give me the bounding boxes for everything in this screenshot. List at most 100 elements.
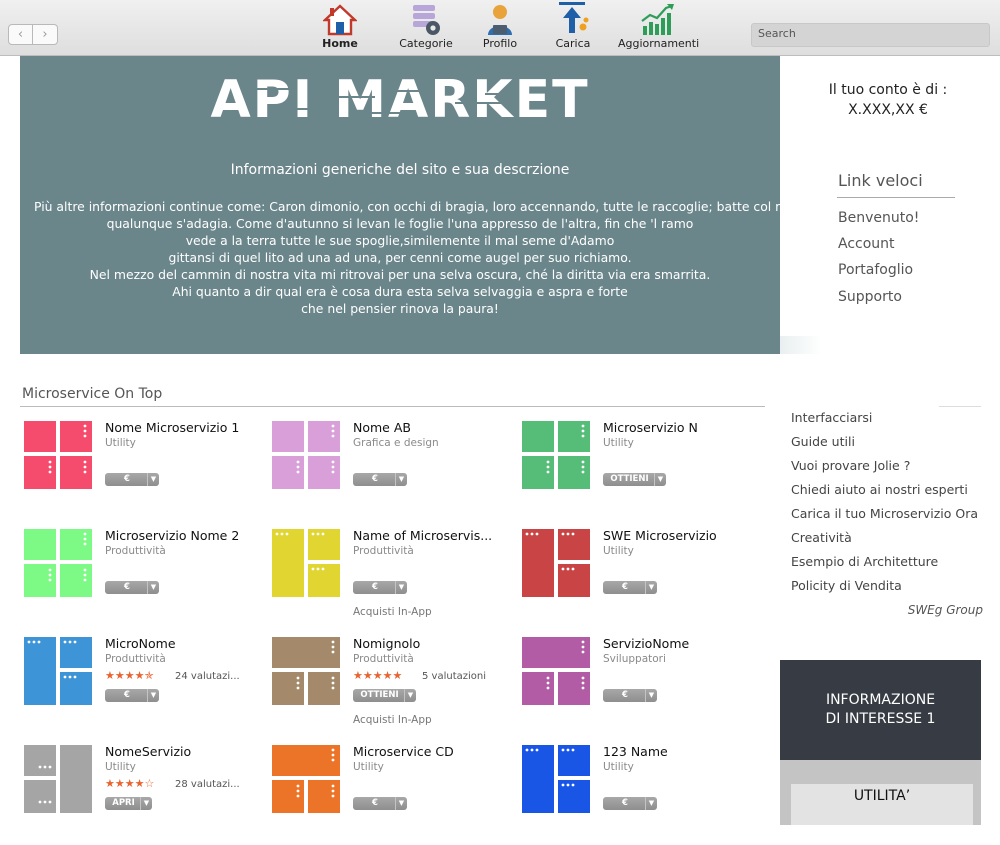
price-label: € — [372, 798, 378, 808]
app-card[interactable]: NomeServizio Utility ★★★★☆ 28 valutazi... AP… — [24, 744, 264, 845]
app-card[interactable]: Microservizio N Utility OTTIENI ▼ — [522, 420, 762, 521]
thumb-dot — [331, 753, 335, 757]
chevron-down-icon[interactable]: ▼ — [147, 689, 159, 702]
chevron-down-icon[interactable]: ▼ — [645, 689, 657, 702]
chevron-down-icon[interactable]: ▼ — [404, 689, 416, 702]
app-name[interactable]: Nome Microservizio 1 — [105, 420, 239, 435]
app-thumbnail[interactable] — [272, 745, 340, 813]
chevron-down-icon[interactable]: ▼ — [395, 581, 407, 594]
app-thumbnail[interactable] — [522, 421, 590, 489]
app-name[interactable]: ServizioNome — [603, 636, 689, 651]
side-link[interactable]: Policity di Vendita — [791, 578, 902, 593]
app-thumbnail[interactable] — [522, 637, 590, 705]
quick-link-portafoglio[interactable]: Portafoglio — [838, 262, 913, 278]
app-category: Utility — [105, 761, 136, 773]
app-thumbnail[interactable] — [522, 745, 590, 813]
quick-link-benvenuto[interactable]: Benvenuto! — [838, 210, 919, 226]
app-card[interactable]: SWE Microservizio Utility € ▼ — [522, 528, 762, 629]
app-card[interactable]: ServizioNome Sviluppatori € ▼ — [522, 636, 762, 737]
info-box[interactable]: INFORMAZIONE DI INTERESSE 1 — [780, 660, 981, 760]
side-link[interactable]: Esempio di Architetture — [791, 554, 938, 569]
app-icon — [24, 421, 92, 489]
side-link[interactable]: Vuoi provare Jolie ? — [791, 458, 910, 473]
thumb-dot — [311, 567, 315, 571]
price-button[interactable]: € ▼ — [105, 473, 159, 486]
thumb-dot — [48, 465, 52, 469]
app-name[interactable]: Name of Microservis... — [353, 528, 492, 543]
chevron-down-icon[interactable]: ▼ — [395, 797, 407, 810]
app-thumbnail[interactable] — [24, 745, 92, 813]
app-card[interactable]: Nome Microservizio 1 Utility € ▼ — [24, 420, 264, 521]
quick-link-supporto[interactable]: Supporto — [838, 289, 902, 305]
app-thumbnail[interactable] — [272, 637, 340, 705]
app-name[interactable]: Nome AB — [353, 420, 411, 435]
hero-line: gittansi di quel lito ad una ad una, per… — [168, 250, 632, 265]
tab-categorie[interactable]: Categorie — [398, 2, 454, 50]
app-thumbnail[interactable] — [522, 529, 590, 597]
thumb-dot — [331, 681, 335, 685]
thumb-dot — [546, 460, 550, 464]
chevron-down-icon[interactable]: ▼ — [645, 581, 657, 594]
price-button[interactable]: € ▼ — [603, 689, 657, 702]
app-card[interactable]: Nome AB Grafica e design € ▼ — [272, 420, 512, 521]
thumb-dot — [571, 532, 575, 536]
price-button[interactable]: APRI ▼ — [105, 797, 152, 810]
price-button[interactable]: € ▼ — [105, 581, 159, 594]
app-card[interactable]: 123 Name Utility € ▼ — [522, 744, 762, 845]
thumb-dot — [275, 532, 279, 536]
side-link[interactable]: Carica il tuo Microservizio Ora — [791, 506, 978, 521]
chevron-down-icon[interactable]: ▼ — [645, 797, 657, 810]
app-name[interactable]: Microservizio Nome 2 — [105, 528, 239, 543]
chevron-down-icon[interactable]: ▼ — [140, 797, 152, 810]
side-link[interactable]: Guide utili — [791, 434, 855, 449]
thumb-dot — [83, 568, 87, 572]
app-thumbnail[interactable] — [24, 637, 92, 705]
tab-profilo[interactable]: Profilo — [480, 2, 520, 50]
app-thumbnail[interactable] — [272, 421, 340, 489]
app-thumbnail[interactable] — [24, 529, 92, 597]
chevron-down-icon[interactable]: ▼ — [654, 473, 666, 486]
price-button[interactable]: € ▼ — [603, 797, 657, 810]
tab-carica[interactable]: Carica — [553, 2, 593, 50]
side-link[interactable]: Chiedi aiuto ai nostri esperti — [791, 482, 968, 497]
forward-button[interactable]: › — [33, 24, 58, 45]
app-card[interactable]: Name of Microservis... Produttività € ▼ Acqu… — [272, 528, 512, 629]
side-link[interactable]: Interfacciarsi — [791, 410, 872, 425]
app-card[interactable]: Microservice CD Utility € ▼ — [272, 744, 512, 845]
price-button[interactable]: OTTIENI ▼ — [603, 473, 666, 486]
thumb-dot — [83, 578, 87, 582]
app-name[interactable]: Microservice CD — [353, 744, 454, 759]
app-name[interactable]: NomeServizio — [105, 744, 191, 759]
thumb-dot — [43, 800, 47, 804]
back-button[interactable]: ‹ — [8, 24, 33, 45]
app-name[interactable]: 123 Name — [603, 744, 668, 759]
price-button[interactable]: € ▼ — [105, 689, 159, 702]
side-link[interactable]: Creatività — [791, 530, 852, 545]
search-input[interactable]: Search — [751, 23, 990, 47]
app-category: Produttività — [105, 545, 166, 557]
chevron-down-icon[interactable]: ▼ — [147, 473, 159, 486]
app-card[interactable]: Nomignolo Produttività ★★★★★ 5 valutazioni O… — [272, 636, 512, 737]
thumb-dot — [331, 470, 335, 474]
app-name[interactable]: Nomignolo — [353, 636, 420, 651]
price-button[interactable]: € ▼ — [353, 581, 407, 594]
app-name[interactable]: SWE Microservizio — [603, 528, 717, 543]
price-button[interactable]: € ▼ — [353, 797, 407, 810]
app-name[interactable]: MicroNome — [105, 636, 176, 651]
app-card[interactable]: Microservizio Nome 2 Produttività € ▼ — [24, 528, 264, 629]
tab-aggiornamenti[interactable]: Aggiornamenti — [618, 2, 699, 50]
hero-line: qualunque s'adagia. Come d'autunno si le… — [106, 216, 694, 231]
price-button[interactable]: € ▼ — [353, 473, 407, 486]
app-thumbnail[interactable] — [272, 529, 340, 597]
chevron-down-icon[interactable]: ▼ — [395, 473, 407, 486]
price-button[interactable]: OTTIENI ▼ — [353, 689, 416, 702]
app-card[interactable]: MicroNome Produttività ★★★★✯ 24 valutazi...… — [24, 636, 264, 737]
tab-home[interactable]: Home — [318, 2, 362, 50]
price-label: OTTIENI — [610, 474, 649, 484]
price-button[interactable]: € ▼ — [603, 581, 657, 594]
quick-link-account[interactable]: Account — [838, 236, 895, 252]
chevron-down-icon[interactable]: ▼ — [147, 581, 159, 594]
app-thumbnail[interactable] — [24, 421, 92, 489]
utility-box[interactable]: UTILITA’ — [780, 760, 981, 825]
app-name[interactable]: Microservizio N — [603, 420, 698, 435]
